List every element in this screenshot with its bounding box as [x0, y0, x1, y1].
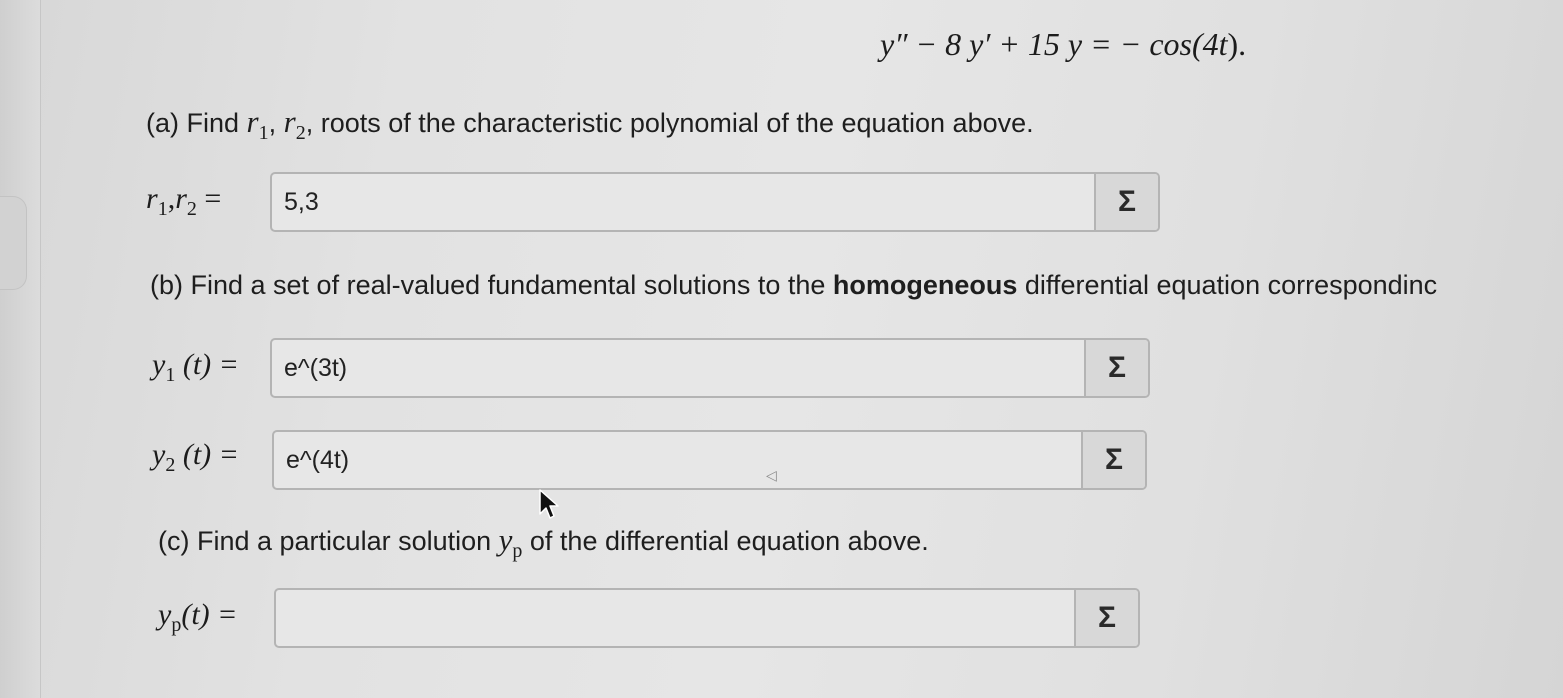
question-a: (a) Find r1, r2, roots of the characteri…: [146, 104, 1034, 145]
roots-sigma-button[interactable]: Σ: [1094, 174, 1158, 230]
question-a-suffix: , roots of the characteristic polynomial…: [305, 108, 1034, 138]
yp-label-rest: (t) =: [181, 598, 238, 631]
question-a-comma: ,: [268, 108, 284, 138]
question-c-prefix: (c) Find a particular solution: [158, 526, 499, 556]
equation-t: t: [1218, 26, 1228, 62]
yp-field-label: yp(t) =: [158, 598, 237, 637]
roots-input[interactable]: 5,3 Σ: [270, 172, 1160, 232]
y1-field-label: y1 (t) =: [152, 348, 239, 387]
differential-equation: y″ − 8 y′ + 15 y = − cos(4t).: [880, 26, 1246, 63]
y1-label-rest: (t) =: [175, 348, 239, 381]
y1-input[interactable]: e^(3t) Σ: [270, 338, 1150, 398]
y-symbol: y: [498, 522, 513, 557]
sigma-icon: Σ: [1097, 601, 1116, 634]
yp-input-value[interactable]: [276, 590, 1074, 646]
question-b-suffix: differential equation correspondinc: [1017, 270, 1438, 300]
y2-field-label: y2 (t) =: [152, 438, 239, 477]
y-sub-p: p: [512, 540, 523, 563]
r-symbol: r: [175, 182, 187, 215]
yp-sigma-button[interactable]: Σ: [1074, 590, 1138, 646]
y2-sigma-button[interactable]: Σ: [1081, 432, 1145, 488]
left-panel-handle: [0, 196, 27, 290]
mouse-pointer-icon: [539, 489, 559, 519]
question-c-suffix: of the differential equation above.: [522, 526, 929, 556]
roots-input-value[interactable]: 5,3: [272, 174, 1094, 230]
y-sub-p: p: [171, 614, 182, 636]
question-a-r1: r1: [246, 104, 269, 144]
sigma-icon: Σ: [1104, 443, 1123, 476]
y-symbol: y: [152, 438, 166, 471]
label-equals: =: [196, 182, 222, 215]
r-sub-1: 1: [157, 198, 168, 220]
y-symbol: y: [158, 598, 172, 631]
r-symbol: r: [146, 182, 158, 215]
y-sub-2: 2: [165, 454, 176, 476]
equation-tail: ).: [1227, 26, 1247, 62]
question-b-prefix: (b) Find a set of real-valued fundamenta…: [150, 270, 833, 300]
question-a-prefix: (a) Find: [146, 108, 247, 138]
question-b: (b) Find a set of real-valued fundamenta…: [150, 270, 1437, 301]
question-c: (c) Find a particular solution yp of the…: [158, 522, 929, 563]
r-sub-2: 2: [186, 198, 197, 220]
equation-lhs: y″ − 8 y′ + 15 y = − cos(4: [880, 26, 1219, 62]
sigma-icon: Σ: [1107, 351, 1126, 384]
r-symbol: r: [283, 104, 296, 139]
left-panel-edge: [0, 0, 41, 698]
question-b-bold: homogeneous: [832, 270, 1018, 300]
y2-input-value[interactable]: e^(4t): [274, 432, 1081, 488]
y-sub-1: 1: [165, 364, 176, 386]
r-symbol: r: [246, 104, 259, 139]
y-symbol: y: [152, 348, 166, 381]
question-a-r2: r2: [283, 104, 306, 144]
r-sub-1: 1: [258, 122, 269, 145]
yp-input[interactable]: Σ: [274, 588, 1140, 648]
y2-label-rest: (t) =: [175, 438, 239, 471]
y1-input-value[interactable]: e^(3t): [272, 340, 1084, 396]
sigma-icon: Σ: [1117, 185, 1136, 218]
r-sub-2: 2: [295, 122, 306, 145]
screen-smudge: ◁: [766, 467, 777, 483]
y2-input[interactable]: e^(4t) Σ: [272, 430, 1147, 490]
y1-sigma-button[interactable]: Σ: [1084, 340, 1148, 396]
roots-field-label: r1,r2 =: [146, 182, 221, 221]
question-c-yp: yp: [498, 522, 523, 562]
